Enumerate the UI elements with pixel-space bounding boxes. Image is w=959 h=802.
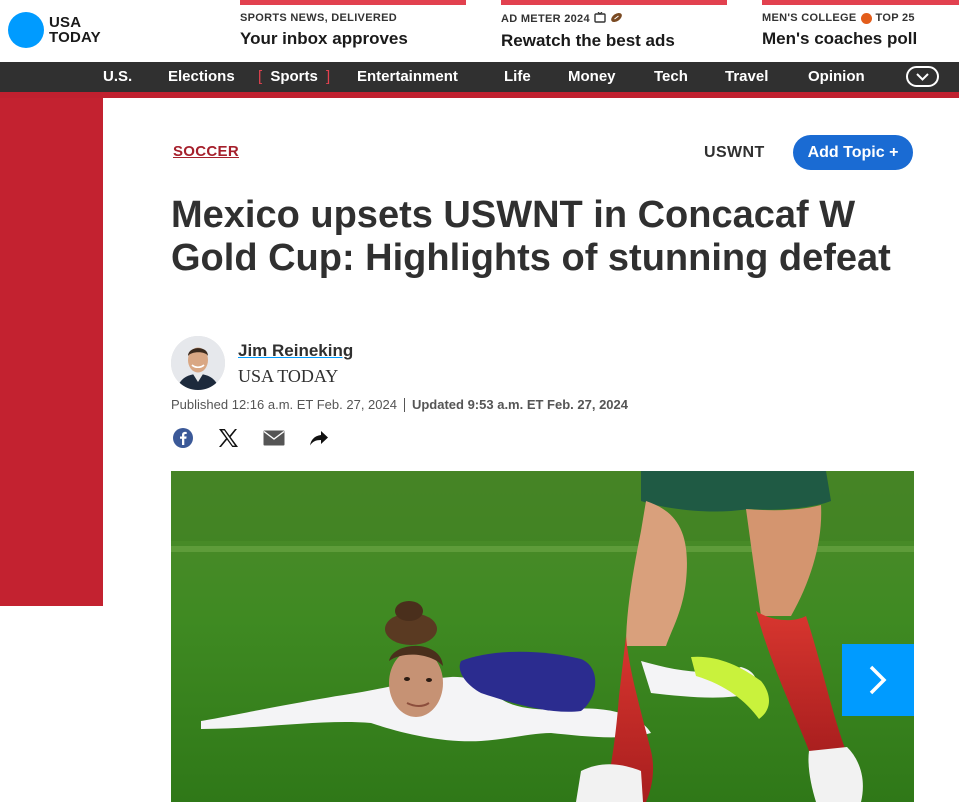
main-nav: U.S. Elections [ Sports ] Entertainment …	[0, 62, 959, 92]
logo-line-1: USA	[49, 14, 82, 31]
promo-coaches-poll[interactable]: MEN'S COLLEGE TOP 25 Men's coaches poll	[762, 0, 959, 60]
promo-newsletter[interactable]: SPORTS NEWS, DELIVERED Your inbox approv…	[240, 0, 466, 60]
promo-title: Rewatch the best ads	[501, 31, 675, 50]
football-icon	[610, 12, 623, 26]
promo-accent-bar	[240, 0, 466, 5]
nav-active-bracket-open: [	[258, 68, 263, 85]
nav-item-money[interactable]: Money	[568, 68, 616, 85]
promo-kicker-text: MEN'S COLLEGE	[762, 12, 857, 24]
article-hero-image[interactable]	[171, 471, 914, 802]
chevron-right-icon	[869, 665, 887, 695]
usa-today-logo[interactable]: USA TODAY	[8, 12, 101, 48]
promo-accent-bar	[501, 0, 727, 5]
basketball-icon	[860, 12, 872, 24]
logo-text: USA TODAY	[49, 15, 101, 45]
promo-ad-meter[interactable]: AD METER 2024 Rewatch the best ads	[501, 0, 727, 60]
tv-icon	[594, 11, 606, 26]
nav-item-life[interactable]: Life	[504, 68, 531, 85]
facebook-icon[interactable]	[171, 426, 195, 450]
date-separator	[403, 397, 405, 412]
author-name-link[interactable]: Jim Reineking	[238, 341, 353, 361]
section-tag-link[interactable]: SOCCER	[173, 143, 239, 160]
updated-date: Updated 9:53 a.m. ET Feb. 27, 2024	[411, 397, 628, 412]
top-bar: USA TODAY SPORTS NEWS, DELIVERED Your in…	[0, 0, 959, 62]
logo-line-2: TODAY	[49, 29, 101, 46]
share-arrow-icon[interactable]	[307, 426, 331, 450]
add-topic-button[interactable]: Add Topic +	[793, 135, 913, 170]
promo-kicker: MEN'S COLLEGE TOP 25	[762, 12, 959, 24]
x-icon[interactable]	[216, 426, 240, 450]
nav-item-tech[interactable]: Tech	[654, 68, 688, 85]
promo-title: Men's coaches poll	[762, 29, 918, 48]
article-headline: Mexico upsets USWNT in Concacaf W Gold C…	[171, 194, 891, 279]
nav-item-travel[interactable]: Travel	[725, 68, 768, 85]
promo-kicker: SPORTS NEWS, DELIVERED	[240, 12, 397, 24]
chevron-down-icon	[916, 72, 929, 81]
published-date: Published 12:16 a.m. ET Feb. 27, 2024	[171, 397, 397, 412]
nav-item-us[interactable]: U.S.	[103, 68, 132, 85]
promo-kicker: AD METER 2024	[501, 11, 727, 26]
nav-accent-line	[0, 92, 959, 98]
nav-item-entertainment[interactable]: Entertainment	[357, 68, 458, 85]
author-avatar[interactable]	[171, 336, 225, 390]
email-icon[interactable]	[262, 426, 286, 450]
nav-item-elections[interactable]: Elections	[168, 68, 235, 85]
author-outlet: USA TODAY	[238, 366, 339, 386]
promo-kicker-text: AD METER 2024	[501, 13, 590, 25]
nav-more-button[interactable]	[906, 66, 939, 87]
nav-item-sports-label: Sports	[270, 68, 318, 85]
dateline: Published 12:16 a.m. ET Feb. 27, 2024 Up…	[171, 397, 628, 412]
section-color-block	[0, 98, 103, 606]
promo-accent-bar	[762, 0, 959, 5]
nav-item-sports[interactable]: [ Sports ]	[258, 68, 330, 85]
nav-item-opinion[interactable]: Opinion	[808, 68, 865, 85]
logo-circle-icon	[8, 12, 44, 48]
promo-title: Your inbox approves	[240, 29, 408, 48]
next-slide-button[interactable]	[842, 644, 914, 716]
topic-label[interactable]: USWNT	[704, 144, 765, 162]
promo-kicker-text-2: TOP 25	[875, 12, 915, 24]
nav-active-bracket-close: ]	[326, 68, 331, 85]
